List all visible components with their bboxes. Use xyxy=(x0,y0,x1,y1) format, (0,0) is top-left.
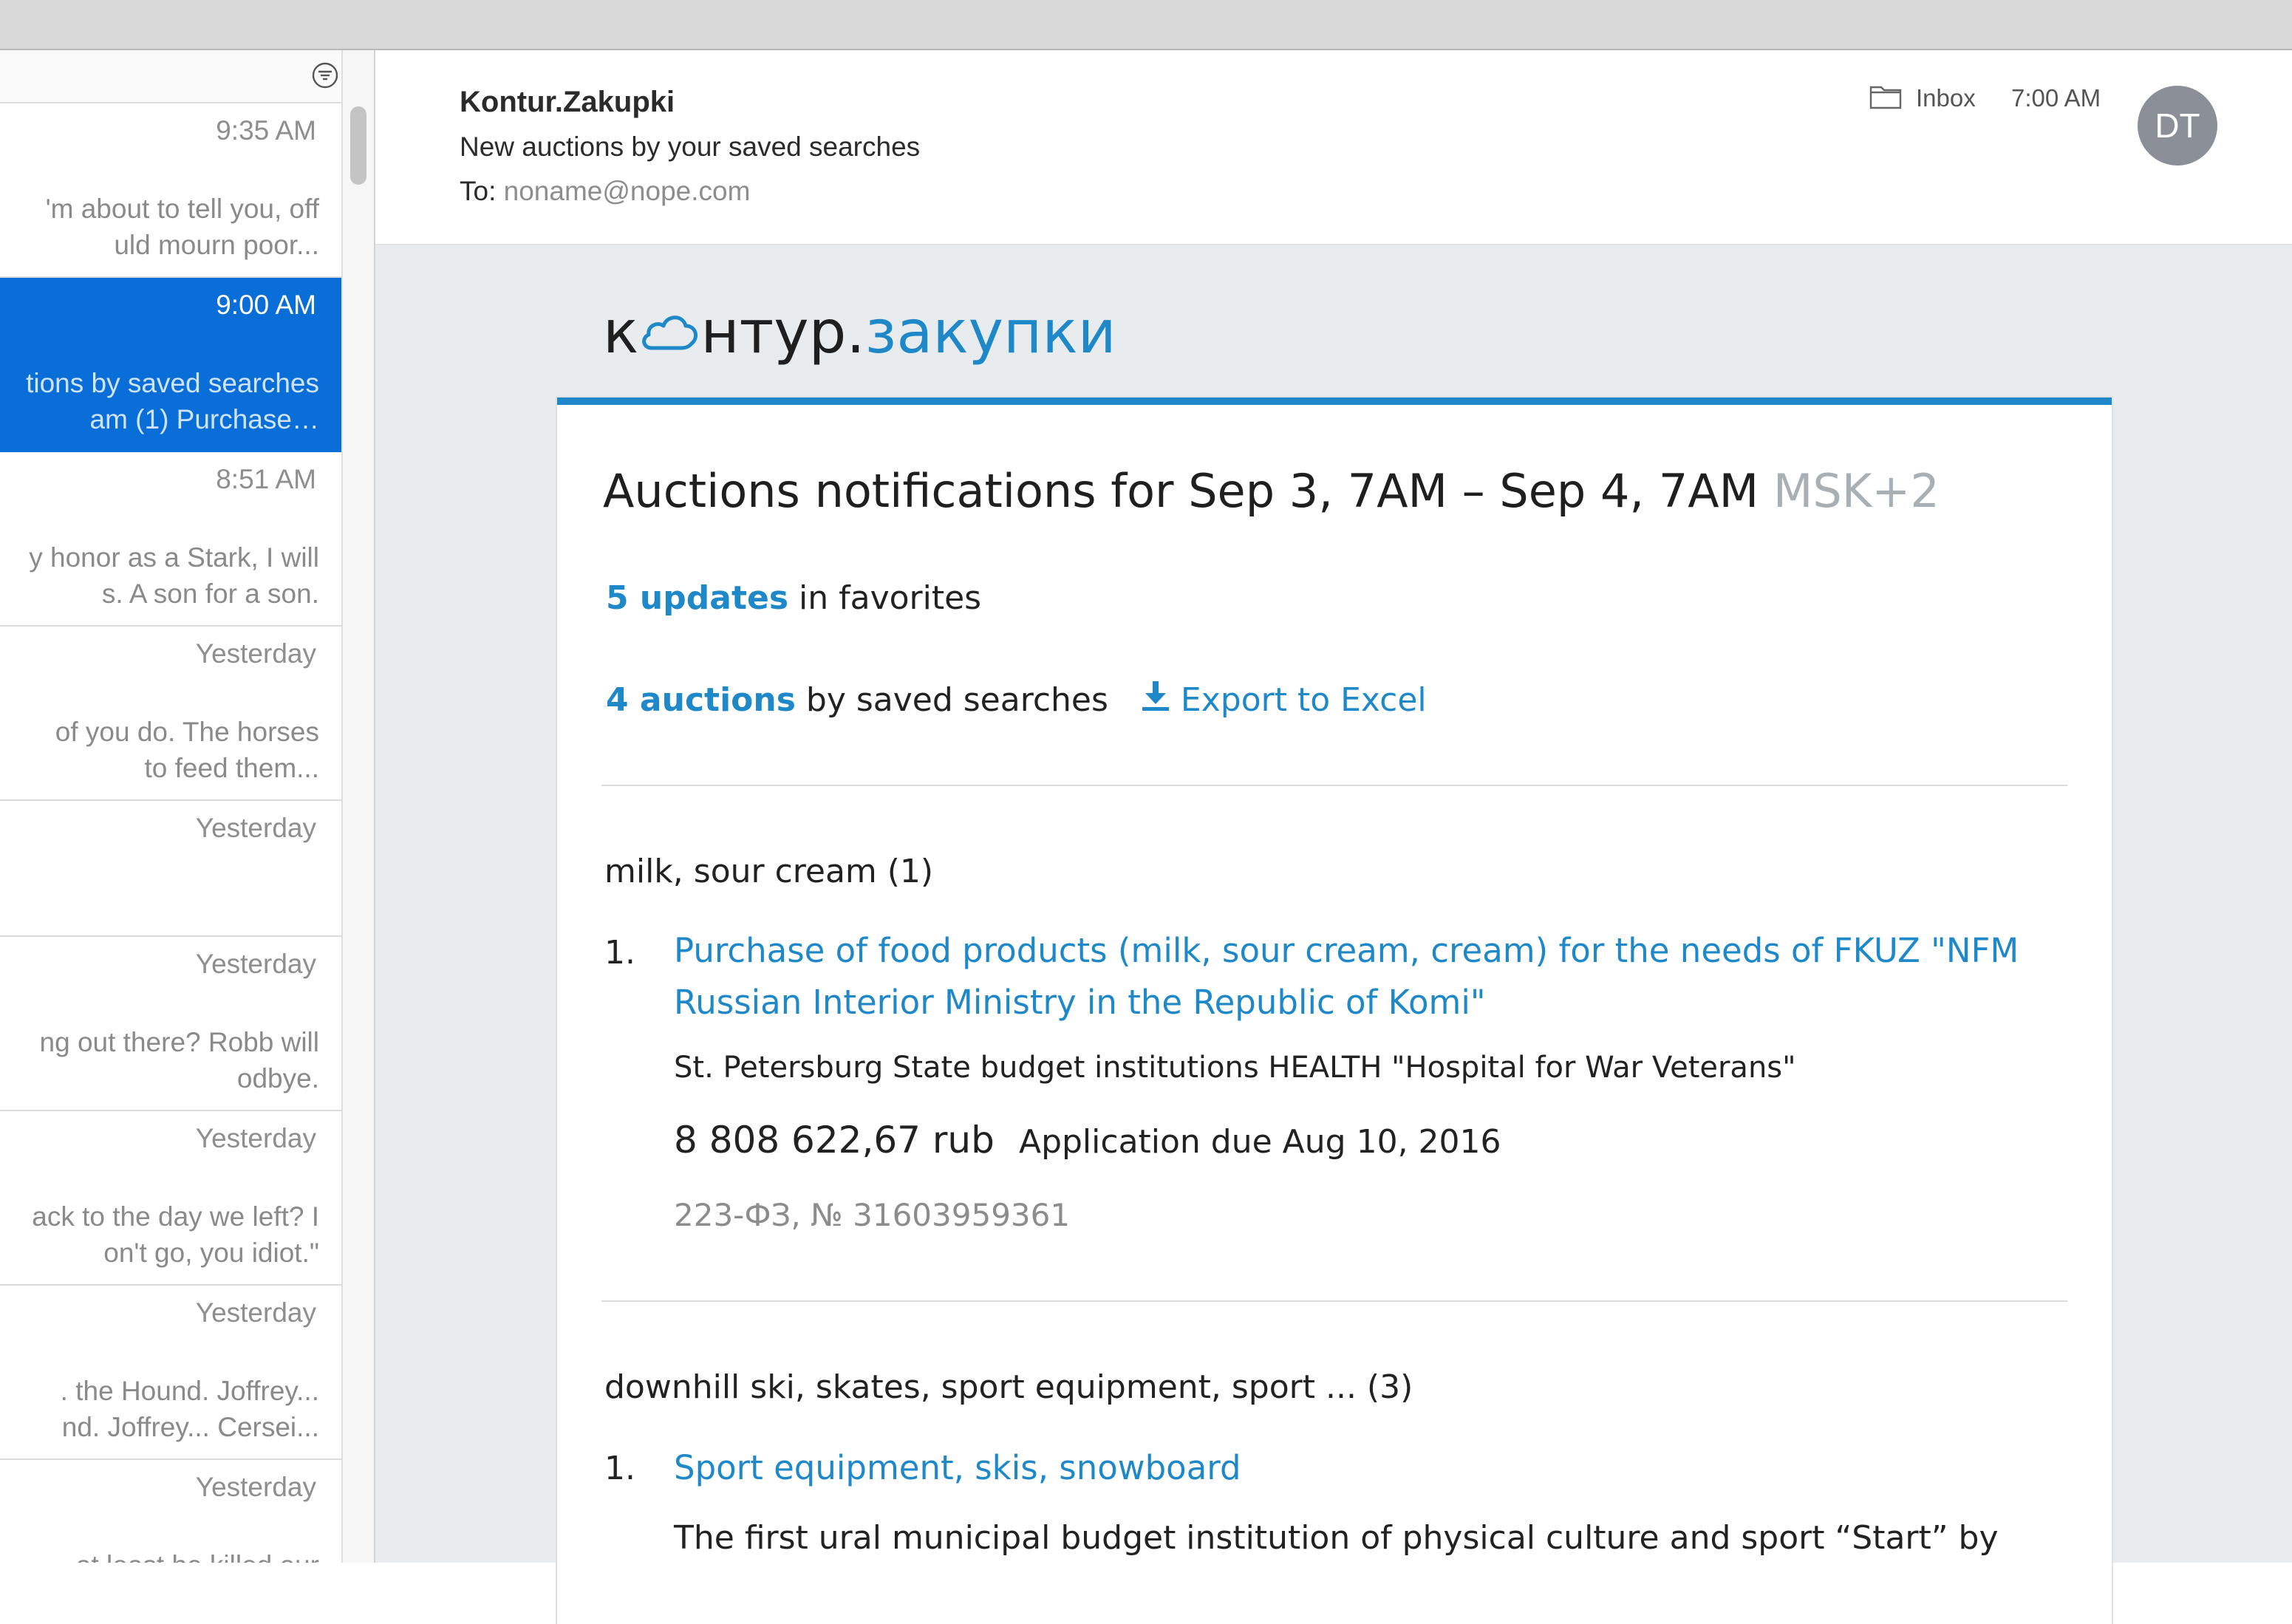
notification-title: Auctions notifications for Sep 3, 7AM – … xyxy=(603,464,1940,518)
message-time: Yesterday xyxy=(195,638,316,669)
message-preview: ack to the day we left? I on't go, you i… xyxy=(32,1201,319,1268)
auctions-summary: 4 auctions by saved searches Export to E… xyxy=(606,680,1427,719)
recipient-address[interactable]: noname@nope.com xyxy=(504,176,751,206)
message-list-item[interactable]: Yesterday ack to the day we left? I on't… xyxy=(0,1111,341,1286)
message-preview: ng out there? Robb will odbye. xyxy=(39,1027,319,1094)
message-list-item-selected[interactable]: 9:00 AM tions by saved searches am (1) P… xyxy=(0,278,341,452)
message-time: Yesterday xyxy=(195,1297,316,1328)
divider xyxy=(601,785,2067,786)
logo-text-zakupki: закупки xyxy=(864,298,1116,366)
email-time: 7:00 AM xyxy=(2011,84,2101,112)
cloud-icon xyxy=(642,315,698,350)
message-preview: . the Hound. Joffrey... nd. Joffrey... C… xyxy=(60,1376,319,1442)
auction-item-link[interactable]: Purchase of food products (milk, sour cr… xyxy=(674,925,2078,1028)
window-titlebar xyxy=(0,0,2292,50)
message-list-item[interactable]: Yesterday . the Hound. Joffrey... nd. Jo… xyxy=(0,1286,341,1460)
favorites-summary: 5 updates in favorites xyxy=(606,579,981,617)
message-time: Yesterday xyxy=(195,1123,316,1153)
email-body: к нтур.закупки Auctions notifications fo… xyxy=(375,245,2292,1624)
message-list-item[interactable]: Yesterday at least he killed our xyxy=(0,1460,341,1563)
notification-title-text: Auctions notifications for Sep 3, 7AM – … xyxy=(603,464,1759,518)
logo-text-dot: . xyxy=(846,298,865,366)
auction-item-link[interactable]: Sport equipment, skis, snowboard xyxy=(674,1442,2078,1494)
logo-text-k: к xyxy=(603,298,639,366)
auctions-text: by saved searches xyxy=(805,681,1108,719)
message-preview: y honor as a Stark, I will s. A son for … xyxy=(29,542,319,609)
message-time: Yesterday xyxy=(195,949,316,979)
download-icon xyxy=(1142,681,1169,711)
application-due-date: Application due Aug 10, 2016 xyxy=(1018,1123,1501,1161)
message-time: 8:51 AM xyxy=(216,464,316,494)
divider xyxy=(601,1300,2067,1302)
kontur-zakupki-logo: к нтур.закупки xyxy=(603,296,1116,369)
search-group-title: milk, sour cream (1) xyxy=(604,853,934,890)
auctions-count-link[interactable]: 4 auctions xyxy=(606,681,796,719)
scrollbar-thumb[interactable] xyxy=(350,106,366,185)
auction-organization: St. Petersburg State budget institutions… xyxy=(674,1051,1796,1085)
sender-avatar: DT xyxy=(2138,86,2217,166)
favorites-text: in favorites xyxy=(799,579,982,617)
message-time: Yesterday xyxy=(195,813,316,843)
message-time: Yesterday xyxy=(195,1472,316,1502)
auction-price-row: 8 808 622,67 rub Application due Aug 10,… xyxy=(674,1119,1501,1161)
search-group-title: downhill ski, skates, sport equipment, s… xyxy=(604,1368,1413,1406)
message-list: 9:35 AM 'm about to tell you, off uld mo… xyxy=(0,50,341,1563)
message-list-scrollbar[interactable] xyxy=(341,50,375,1563)
favorites-updates-link[interactable]: 5 updates xyxy=(606,579,788,617)
export-label: Export to Excel xyxy=(1180,681,1427,719)
notification-card: Auctions notifications for Sep 3, 7AM – … xyxy=(557,398,2112,1624)
message-list-item[interactable]: Yesterday xyxy=(0,801,341,937)
logo-text-ntur: нтур xyxy=(700,298,847,366)
message-preview: at least he killed our xyxy=(0,1547,319,1563)
message-preview: of you do. The horses to feed them... xyxy=(55,717,319,783)
email-recipient-line: To: noname@nope.com xyxy=(460,176,750,207)
email-subject: New auctions by your saved searches xyxy=(460,132,921,162)
auction-organization: The first ural municipal budget institut… xyxy=(674,1519,1999,1557)
auction-item-number: 1. xyxy=(604,1450,635,1487)
to-label: To: xyxy=(460,176,497,206)
auction-price: 8 808 622,67 rub xyxy=(674,1119,995,1161)
export-to-excel-link[interactable]: Export to Excel xyxy=(1141,681,1427,719)
message-time: 9:00 AM xyxy=(216,290,316,320)
auction-law-number: 223-ФЗ, № 31603959361 xyxy=(674,1197,1071,1233)
email-sender: Kontur.Zakupki xyxy=(460,86,675,118)
message-preview: tions by saved searches am (1) Purchase… xyxy=(26,368,319,434)
mailbox-folder-label[interactable]: Inbox xyxy=(1916,84,1976,112)
message-list-item[interactable]: Yesterday ng out there? Robb will odbye. xyxy=(0,937,341,1111)
message-list-toolbar xyxy=(0,50,341,103)
timezone-label: MSK+2 xyxy=(1773,464,1940,518)
folder-icon xyxy=(1869,86,1902,109)
email-header: Kontur.Zakupki New auctions by your save… xyxy=(375,50,2292,245)
message-list-item[interactable]: 8:51 AM y honor as a Stark, I will s. A … xyxy=(0,452,341,627)
auction-item-number: 1. xyxy=(604,934,635,972)
message-list-item[interactable]: Yesterday of you do. The horses to feed … xyxy=(0,627,341,801)
message-preview: 'm about to tell you, off uld mourn poor… xyxy=(45,194,319,260)
message-time: 9:35 AM xyxy=(216,115,316,146)
filter-icon[interactable] xyxy=(310,61,340,90)
message-list-item[interactable]: 9:35 AM 'm about to tell you, off uld mo… xyxy=(0,103,341,278)
